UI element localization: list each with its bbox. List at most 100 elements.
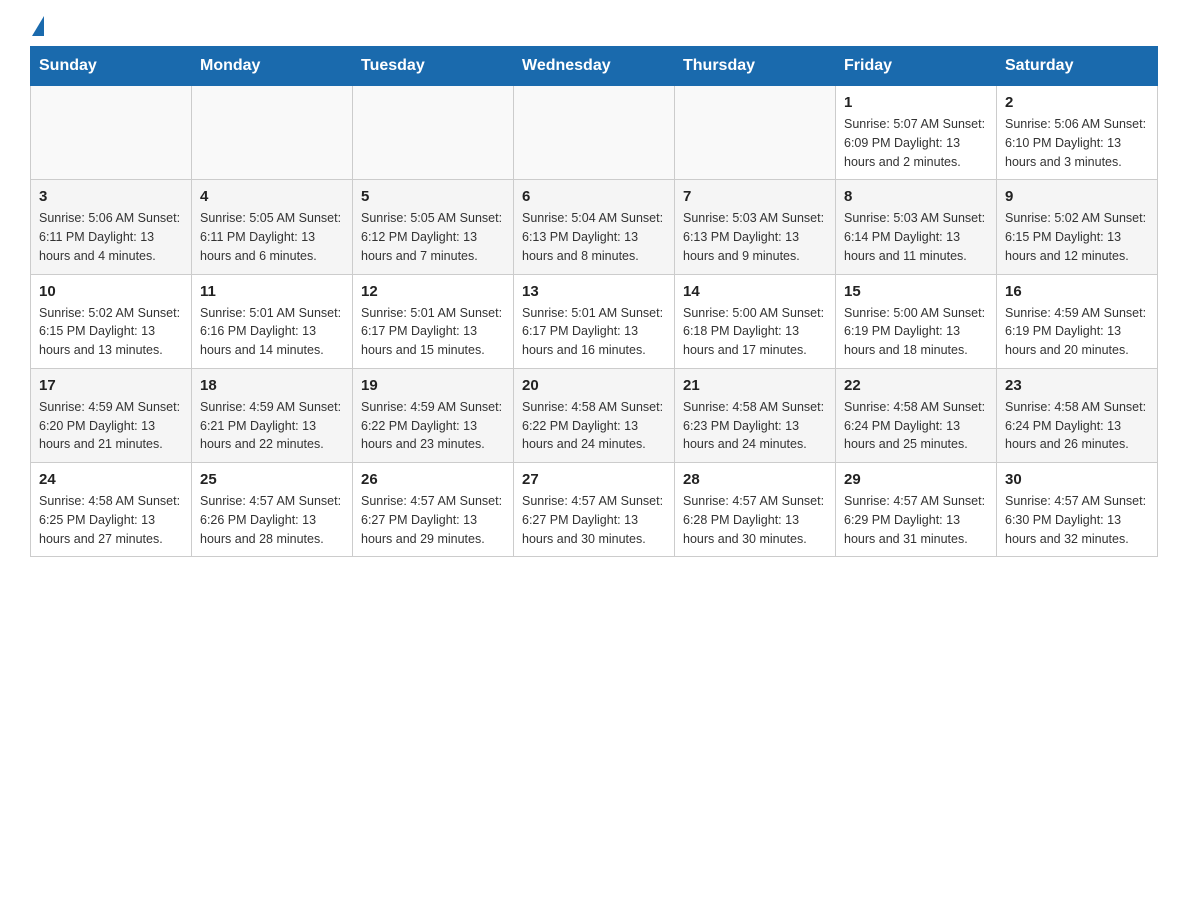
calendar-cell: 26Sunrise: 4:57 AM Sunset: 6:27 PM Dayli…: [353, 463, 514, 557]
weekday-header-tuesday: Tuesday: [353, 47, 514, 86]
day-number: 29: [844, 471, 988, 488]
day-number: 12: [361, 283, 505, 300]
calendar-cell: 2 Sunrise: 5:06 AM Sunset: 6:10 PM Daylig…: [997, 86, 1158, 180]
weekday-header-friday: Friday: [836, 47, 997, 86]
day-info: Sunrise: 5:06 AM Sunset: 6:11 PM Dayligh…: [39, 209, 183, 265]
calendar-table: SundayMondayTuesdayWednesdayThursdayFrid…: [30, 46, 1158, 557]
calendar-cell: 10 Sunrise: 5:02 AM Sunset: 6:15 PM Dayli…: [31, 274, 192, 368]
day-info: Sunrise: 4:58 AM Sunset: 6:25 PM Dayligh…: [39, 492, 183, 548]
day-number: 13: [522, 283, 666, 300]
calendar-cell: 20 Sunrise: 4:58 AM Sunset: 6:22 PM Dayli…: [514, 368, 675, 462]
logo-triangle-icon: [32, 16, 44, 36]
calendar-cell: 17 Sunrise: 4:59 AM Sunset: 6:20 PM Dayli…: [31, 368, 192, 462]
calendar-cell: 9Sunrise: 5:02 AM Sunset: 6:15 PM Daylig…: [997, 180, 1158, 274]
calendar-cell: 8 Sunrise: 5:03 AM Sunset: 6:14 PM Daylig…: [836, 180, 997, 274]
calendar-cell: 18 Sunrise: 4:59 AM Sunset: 6:21 PM Dayli…: [192, 368, 353, 462]
calendar-cell: 11Sunrise: 5:01 AM Sunset: 6:16 PM Dayli…: [192, 274, 353, 368]
day-info: Sunrise: 5:06 AM Sunset: 6:10 PM Dayligh…: [1005, 115, 1149, 171]
day-info: Sunrise: 4:58 AM Sunset: 6:23 PM Dayligh…: [683, 398, 827, 454]
day-number: 23: [1005, 377, 1149, 394]
calendar-cell: 21 Sunrise: 4:58 AM Sunset: 6:23 PM Dayli…: [675, 368, 836, 462]
calendar-cell: 12 Sunrise: 5:01 AM Sunset: 6:17 PM Dayli…: [353, 274, 514, 368]
weekday-header-thursday: Thursday: [675, 47, 836, 86]
day-number: 20: [522, 377, 666, 394]
calendar-cell: 23 Sunrise: 4:58 AM Sunset: 6:24 PM Dayli…: [997, 368, 1158, 462]
calendar-cell: [353, 86, 514, 180]
calendar-week-row: 10 Sunrise: 5:02 AM Sunset: 6:15 PM Dayli…: [31, 274, 1158, 368]
calendar-cell: 24 Sunrise: 4:58 AM Sunset: 6:25 PM Dayli…: [31, 463, 192, 557]
calendar-week-row: 3 Sunrise: 5:06 AM Sunset: 6:11 PM Daylig…: [31, 180, 1158, 274]
day-info: Sunrise: 5:05 AM Sunset: 6:12 PM Dayligh…: [361, 209, 505, 265]
calendar-cell: 13 Sunrise: 5:01 AM Sunset: 6:17 PM Dayli…: [514, 274, 675, 368]
day-info: Sunrise: 5:02 AM Sunset: 6:15 PM Dayligh…: [39, 304, 183, 360]
day-info: Sunrise: 5:00 AM Sunset: 6:19 PM Dayligh…: [844, 304, 988, 360]
day-number: 25: [200, 471, 344, 488]
calendar-cell: 7 Sunrise: 5:03 AM Sunset: 6:13 PM Daylig…: [675, 180, 836, 274]
day-info: Sunrise: 4:59 AM Sunset: 6:20 PM Dayligh…: [39, 398, 183, 454]
day-number: 16: [1005, 283, 1149, 300]
day-info: Sunrise: 5:03 AM Sunset: 6:14 PM Dayligh…: [844, 209, 988, 265]
day-number: 24: [39, 471, 183, 488]
day-info: Sunrise: 4:58 AM Sunset: 6:24 PM Dayligh…: [844, 398, 988, 454]
calendar-cell: 6Sunrise: 5:04 AM Sunset: 6:13 PM Daylig…: [514, 180, 675, 274]
day-info: Sunrise: 5:03 AM Sunset: 6:13 PM Dayligh…: [683, 209, 827, 265]
day-info: Sunrise: 4:57 AM Sunset: 6:30 PM Dayligh…: [1005, 492, 1149, 548]
day-number: 8: [844, 188, 988, 205]
day-number: 22: [844, 377, 988, 394]
weekday-header-monday: Monday: [192, 47, 353, 86]
day-number: 15: [844, 283, 988, 300]
weekday-header-saturday: Saturday: [997, 47, 1158, 86]
day-info: Sunrise: 5:05 AM Sunset: 6:11 PM Dayligh…: [200, 209, 344, 265]
calendar-cell: 19 Sunrise: 4:59 AM Sunset: 6:22 PM Dayli…: [353, 368, 514, 462]
calendar-cell: [31, 86, 192, 180]
day-number: 28: [683, 471, 827, 488]
calendar-header-row: SundayMondayTuesdayWednesdayThursdayFrid…: [31, 47, 1158, 86]
day-info: Sunrise: 5:01 AM Sunset: 6:17 PM Dayligh…: [361, 304, 505, 360]
day-number: 26: [361, 471, 505, 488]
day-number: 3: [39, 188, 183, 205]
calendar-cell: 4Sunrise: 5:05 AM Sunset: 6:11 PM Daylig…: [192, 180, 353, 274]
day-number: 2: [1005, 94, 1149, 111]
calendar-week-row: 24 Sunrise: 4:58 AM Sunset: 6:25 PM Dayli…: [31, 463, 1158, 557]
day-number: 11: [200, 283, 344, 300]
logo: [30, 20, 44, 36]
calendar-cell: 25Sunrise: 4:57 AM Sunset: 6:26 PM Dayli…: [192, 463, 353, 557]
calendar-cell: 29 Sunrise: 4:57 AM Sunset: 6:29 PM Dayli…: [836, 463, 997, 557]
page-header: [30, 20, 1158, 36]
day-number: 7: [683, 188, 827, 205]
day-number: 5: [361, 188, 505, 205]
day-info: Sunrise: 4:57 AM Sunset: 6:29 PM Dayligh…: [844, 492, 988, 548]
day-number: 1: [844, 94, 988, 111]
calendar-cell: 5 Sunrise: 5:05 AM Sunset: 6:12 PM Daylig…: [353, 180, 514, 274]
day-number: 30: [1005, 471, 1149, 488]
day-number: 10: [39, 283, 183, 300]
day-info: Sunrise: 4:59 AM Sunset: 6:22 PM Dayligh…: [361, 398, 505, 454]
calendar-cell: 1Sunrise: 5:07 AM Sunset: 6:09 PM Daylig…: [836, 86, 997, 180]
day-number: 27: [522, 471, 666, 488]
day-number: 6: [522, 188, 666, 205]
day-number: 19: [361, 377, 505, 394]
day-number: 17: [39, 377, 183, 394]
day-info: Sunrise: 5:01 AM Sunset: 6:17 PM Dayligh…: [522, 304, 666, 360]
calendar-week-row: 1Sunrise: 5:07 AM Sunset: 6:09 PM Daylig…: [31, 86, 1158, 180]
day-info: Sunrise: 4:58 AM Sunset: 6:24 PM Dayligh…: [1005, 398, 1149, 454]
day-number: 18: [200, 377, 344, 394]
calendar-cell: 16 Sunrise: 4:59 AM Sunset: 6:19 PM Dayli…: [997, 274, 1158, 368]
calendar-cell: 14 Sunrise: 5:00 AM Sunset: 6:18 PM Dayli…: [675, 274, 836, 368]
calendar-cell: 28Sunrise: 4:57 AM Sunset: 6:28 PM Dayli…: [675, 463, 836, 557]
day-number: 21: [683, 377, 827, 394]
day-info: Sunrise: 4:58 AM Sunset: 6:22 PM Dayligh…: [522, 398, 666, 454]
calendar-cell: [514, 86, 675, 180]
day-number: 9: [1005, 188, 1149, 205]
weekday-header-wednesday: Wednesday: [514, 47, 675, 86]
day-number: 14: [683, 283, 827, 300]
day-info: Sunrise: 4:59 AM Sunset: 6:21 PM Dayligh…: [200, 398, 344, 454]
calendar-cell: 22 Sunrise: 4:58 AM Sunset: 6:24 PM Dayli…: [836, 368, 997, 462]
calendar-cell: 3 Sunrise: 5:06 AM Sunset: 6:11 PM Daylig…: [31, 180, 192, 274]
calendar-cell: 15 Sunrise: 5:00 AM Sunset: 6:19 PM Dayli…: [836, 274, 997, 368]
day-info: Sunrise: 5:00 AM Sunset: 6:18 PM Dayligh…: [683, 304, 827, 360]
calendar-cell: 30 Sunrise: 4:57 AM Sunset: 6:30 PM Dayli…: [997, 463, 1158, 557]
day-info: Sunrise: 4:59 AM Sunset: 6:19 PM Dayligh…: [1005, 304, 1149, 360]
calendar-week-row: 17 Sunrise: 4:59 AM Sunset: 6:20 PM Dayli…: [31, 368, 1158, 462]
calendar-cell: [192, 86, 353, 180]
